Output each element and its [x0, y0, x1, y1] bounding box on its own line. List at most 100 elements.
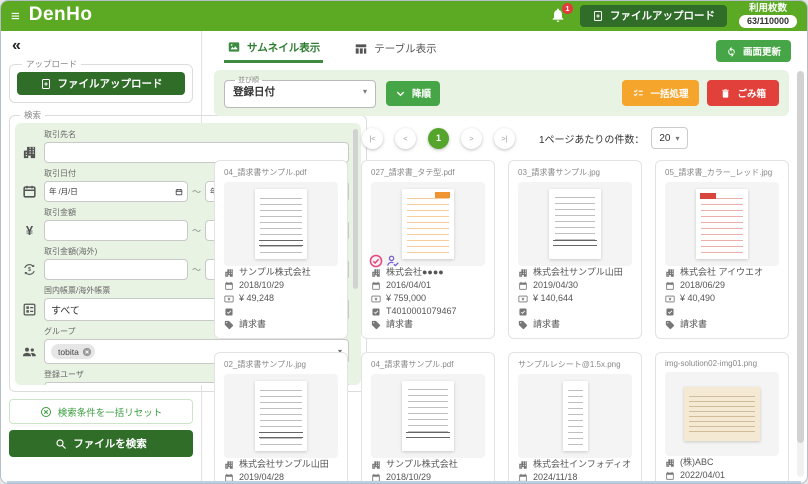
pagination-page-1-button[interactable]: 1 [428, 127, 449, 149]
chevron-down-icon [395, 88, 406, 99]
card-thumbnail[interactable] [518, 182, 632, 266]
card-doctype-row: 請求書 [665, 318, 779, 331]
main-scrollbar-thumb[interactable] [797, 71, 804, 443]
card-filename: 027_請求書_タテ型.pdf [371, 168, 455, 177]
date-from-input[interactable]: 年 /月/日 [44, 181, 188, 202]
checkbox-icon [665, 307, 675, 317]
chevron-down-icon: ▾ [675, 133, 680, 143]
building-icon [224, 268, 234, 278]
trash-button[interactable]: ごみ箱 [707, 80, 779, 106]
document-card[interactable]: img-solution02-img01.png (株)ABC 2022/04/… [655, 352, 789, 483]
sidebar-collapse-button[interactable]: « [12, 37, 32, 55]
app-logo: DenHo [28, 4, 93, 25]
building-icon [371, 460, 381, 470]
calendar-icon [665, 281, 675, 291]
pagination-last-button[interactable]: >| [494, 127, 515, 149]
hamburger-menu-icon[interactable]: ≡ [11, 9, 20, 24]
building-icon [518, 268, 528, 278]
per-page-select[interactable]: 20 ▾ [651, 127, 688, 149]
banknote-icon [224, 294, 234, 304]
header-file-upload-button[interactable]: ファイルアップロード [579, 4, 727, 27]
calendar-icon [518, 281, 528, 291]
screen-refresh-button[interactable]: 画面更新 [715, 40, 791, 62]
sidebar-file-upload-button[interactable]: ファイルアップロード [17, 72, 185, 95]
pagination-prev-button[interactable]: < [395, 127, 416, 149]
checkbox-icon [518, 307, 528, 317]
notification-badge: 1 [561, 2, 573, 14]
checkbox-icon [224, 307, 234, 317]
group-chip[interactable]: tobita [51, 344, 95, 359]
pagination-next-button[interactable]: > [461, 127, 482, 149]
document-card[interactable]: 02_請求書サンプル.jpg 株式会社サンプル山田 2019/04/28 ¥ 1… [214, 352, 348, 483]
search-files-button[interactable]: ファイルを検索 [9, 430, 193, 457]
upload-section-legend: アップロード [26, 59, 78, 69]
usage-counter: 利用枚数 63/110000 [738, 3, 797, 28]
card-thumbnail[interactable] [224, 182, 338, 266]
document-card-grid: 04_請求書サンプル.pdf サンプル株式会社 2018/10/29 ¥ 49,… [214, 160, 789, 483]
card-thumbnail[interactable] [371, 374, 485, 458]
card-regnumber-row: T4010001079467 [371, 305, 485, 318]
document-card[interactable]: 027_請求書_タテ型.pdf 株式会社●●●● 2016/04/01 ¥ 75… [361, 160, 495, 339]
range-tilde: ～ [192, 265, 202, 275]
card-date-row: 2019/04/28 [224, 471, 338, 483]
main-scrollbar[interactable] [797, 71, 804, 477]
card-thumbnail[interactable] [665, 372, 779, 456]
building-icon [665, 268, 675, 278]
document-preview [255, 189, 307, 259]
amount-overseas-from-input[interactable] [44, 259, 188, 280]
reset-circle-x-icon [40, 406, 52, 418]
amount-from-input[interactable] [44, 220, 188, 241]
card-filename: 02_請求書サンプル.jpg [224, 360, 307, 369]
reset-search-conditions-button[interactable]: 検索条件を一括リセット [9, 399, 193, 424]
card-date-row: 2016/04/01 [371, 279, 485, 292]
tag-icon [518, 320, 528, 330]
document-card[interactable]: 04_請求書サンプル.pdf サンプル株式会社 2018/10/29 ¥ 49,… [361, 352, 495, 483]
card-thumbnail[interactable] [224, 374, 338, 458]
card-thumbnail[interactable] [665, 182, 779, 266]
card-thumbnail[interactable] [518, 374, 632, 458]
notifications-button[interactable]: 1 [550, 2, 573, 25]
range-tilde: ～ [192, 187, 202, 197]
tab-table-view[interactable]: テーブル表示 [351, 41, 439, 63]
banknote-icon [665, 294, 675, 304]
card-date-row: 2024/11/18 [518, 471, 632, 483]
document-preview [684, 387, 760, 441]
card-amount-row: ¥ 49,248 [224, 292, 338, 305]
document-card[interactable]: サンプルレシート@1.5x.png 株式会社インフォディオ 2024/11/18… [508, 352, 642, 483]
card-date-row: 2018/06/29 [665, 279, 779, 292]
batch-process-button[interactable]: 一括処理 [622, 80, 700, 106]
building-icon [518, 460, 528, 470]
card-filename: 04_請求書サンプル.pdf [371, 360, 454, 369]
card-company-row: 株式会社サンプル山田 [518, 266, 632, 279]
sort-toolbar: 並び順 登録日付 ▾ 降順 一括処理 ごみ箱 [214, 70, 789, 116]
document-card[interactable]: 03_請求書サンプル.jpg 株式会社サンプル山田 2019/04/30 ¥ 1… [508, 160, 642, 339]
sort-order-select[interactable]: 登録日付 ▾ [233, 84, 367, 99]
per-page-label: 1ページあたりの件数： [539, 134, 645, 146]
check-circle-icon [369, 254, 383, 268]
card-amount-row: ¥ 759,000 [371, 292, 485, 305]
building-icon [22, 145, 37, 160]
card-date-row: 2018/10/29 [371, 471, 485, 483]
pagination-row: |< < 1 > >| 1ページあたりの件数： 20 ▾ [214, 127, 789, 149]
tab-thumbnail-view[interactable]: サムネイル表示 [224, 41, 324, 63]
sort-descending-button[interactable]: 降順 [386, 80, 441, 106]
card-filename: 04_請求書サンプル.pdf [224, 168, 307, 177]
person-check-icon [386, 254, 400, 268]
pagination-first-button[interactable]: |< [362, 127, 383, 149]
tag-icon [665, 320, 675, 330]
document-preview [402, 381, 454, 451]
file-upload-icon [592, 10, 604, 22]
calendar-icon [22, 184, 37, 199]
chip-remove-icon[interactable] [82, 347, 92, 357]
document-card[interactable]: 04_請求書サンプル.pdf サンプル株式会社 2018/10/29 ¥ 49,… [214, 160, 348, 339]
calendar-picker-icon[interactable] [175, 188, 183, 196]
search-section-legend: 検索 [24, 110, 42, 120]
card-company-row: 株式会社サンプル山田 [224, 458, 338, 471]
card-doctype-row: 請求書 [518, 318, 632, 331]
range-tilde: ～ [192, 226, 202, 236]
search-icon [55, 438, 67, 450]
view-tabs: サムネイル表示 テーブル表示 [214, 31, 789, 63]
document-preview [562, 381, 588, 451]
calendar-icon [371, 473, 381, 483]
document-card[interactable]: 05_請求書_カラー_レッド.jpg 株式会社 アイウエオ 2018/06/29… [655, 160, 789, 339]
